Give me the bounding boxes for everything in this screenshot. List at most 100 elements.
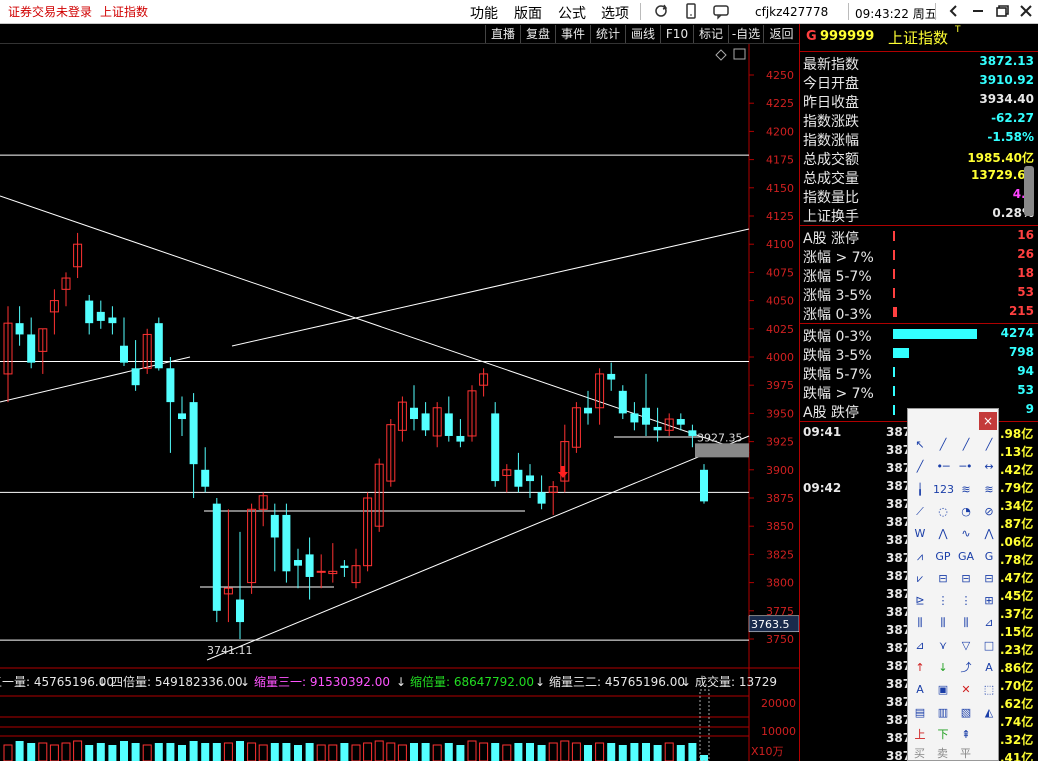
- tab-live[interactable]: 直播: [485, 25, 520, 43]
- vertical-line-tool-icon[interactable]: ╽: [910, 480, 930, 500]
- period-tool-icon[interactable]: ⫼: [910, 613, 930, 633]
- y-tick-label: 3825: [766, 548, 794, 561]
- ellipse-tool-icon[interactable]: ⊘: [979, 502, 999, 522]
- text-tool-icon[interactable]: A: [979, 658, 999, 678]
- extend-line-tool-icon[interactable]: ╱: [910, 457, 930, 477]
- number-tool-icon[interactable]: 123: [933, 480, 954, 500]
- candle-body: [688, 430, 697, 436]
- segment-tool-icon[interactable]: ╱: [979, 435, 999, 455]
- down-arrow-tool-icon[interactable]: ↓: [933, 658, 953, 678]
- right-dot-line-tool-icon[interactable]: ─•: [956, 457, 976, 477]
- circle-tool-icon[interactable]: ◌: [933, 502, 953, 522]
- index-name: 上证指数: [888, 29, 949, 47]
- mobile-icon[interactable]: [682, 2, 700, 20]
- tab-mark[interactable]: 标记: [693, 25, 728, 43]
- sheet-tool-icon[interactable]: ▤: [910, 703, 930, 723]
- palette-close-button[interactable]: ×: [979, 412, 997, 430]
- tick-amount-suffix: .42亿: [1000, 463, 1034, 477]
- triangle-tool-icon[interactable]: ⋀: [979, 524, 999, 544]
- tab-f10[interactable]: F10: [660, 25, 693, 43]
- period3-tool-icon[interactable]: ⫼: [956, 613, 976, 633]
- line-tool-icon[interactable]: ╱: [933, 435, 953, 455]
- scrollbar-thumb[interactable]: [1024, 166, 1034, 216]
- parallel-tool-icon[interactable]: ≋: [956, 480, 976, 500]
- box-fill-tool-icon[interactable]: ▣: [933, 680, 953, 700]
- buy-label[interactable]: 买: [914, 745, 925, 761]
- alert-tool-icon[interactable]: ◭: [979, 703, 999, 723]
- candle-body: [514, 469, 523, 487]
- y-tick-label: 3800: [766, 577, 794, 590]
- ray-tool-icon[interactable]: ╱: [956, 435, 976, 455]
- volume-bar: [212, 743, 221, 761]
- bars-tool-icon[interactable]: ⋮: [933, 591, 953, 611]
- sine-tool-icon[interactable]: ∿: [956, 524, 976, 544]
- cycle-tool-icon[interactable]: ⋮: [956, 591, 976, 611]
- restore-icon[interactable]: [990, 0, 1014, 22]
- tick-amount-suffix: .79亿: [1000, 481, 1034, 495]
- tab-remove-watchlist[interactable]: -自选: [728, 25, 763, 43]
- tab-stats[interactable]: 统计: [590, 25, 625, 43]
- pattern-tool-icon[interactable]: ⩗: [910, 569, 930, 589]
- volume-bar: [178, 745, 186, 761]
- refresh-icon[interactable]: [652, 2, 670, 20]
- delete-tool-icon[interactable]: ✕: [956, 680, 976, 700]
- message-icon[interactable]: [712, 2, 730, 20]
- up-arrow-tool-icon[interactable]: ↑: [910, 658, 930, 678]
- tri-dn-tool-icon[interactable]: ⊿: [910, 636, 930, 656]
- rect-tool-icon[interactable]: □: [979, 636, 999, 656]
- fib-box-tool-icon[interactable]: ⊟: [933, 569, 953, 589]
- tab-events[interactable]: 事件: [555, 25, 590, 43]
- tab-draw-lines[interactable]: 画线: [625, 25, 660, 43]
- sell-label[interactable]: 卖: [937, 745, 948, 761]
- separator: [848, 3, 849, 20]
- peak-tool-icon[interactable]: ⋀: [933, 524, 953, 544]
- stamp-tool-icon[interactable]: ▧: [956, 703, 976, 723]
- diamond-icon: [715, 49, 727, 61]
- y-tick-label: 3925: [766, 436, 794, 449]
- quote-value: -1.58%: [987, 130, 1034, 144]
- volume-bar: [189, 741, 198, 761]
- gann-a-tool-icon[interactable]: GA: [956, 547, 976, 567]
- box-tool-icon[interactable]: ⊞: [979, 591, 999, 611]
- tri-tool-icon[interactable]: ▽: [956, 636, 976, 656]
- turn-arrow-tool-icon[interactable]: ⤴: [956, 658, 976, 678]
- login-status[interactable]: 证券交易未登录: [8, 3, 92, 20]
- menu-options[interactable]: 选项: [601, 3, 629, 23]
- indicator-label: 成交量: 13729: [695, 674, 777, 689]
- back-arrow-icon[interactable]: [942, 0, 966, 22]
- arc-tool-icon[interactable]: ◔: [956, 502, 976, 522]
- wave-tool-icon[interactable]: W: [910, 524, 930, 544]
- tab-back[interactable]: 返回: [763, 25, 799, 43]
- fib-time-tool-icon[interactable]: ⊵: [910, 591, 930, 611]
- left-dot-line-tool-icon[interactable]: •─: [933, 457, 953, 477]
- tri-up-tool-icon[interactable]: ⊿: [979, 613, 999, 633]
- gann-tool-icon[interactable]: G: [979, 547, 999, 567]
- check-tool-icon[interactable]: ⋎: [933, 636, 953, 656]
- quote-value: 3872.13: [979, 54, 1034, 68]
- menu-function[interactable]: 功能: [470, 3, 498, 23]
- horizontal-line-tool-icon[interactable]: ↔: [979, 457, 999, 477]
- period2-tool-icon[interactable]: ⫼: [933, 613, 953, 633]
- kline-chart[interactable]: 4250 4225 4200 4175 4150 4125 4100 4075 4050 4025…: [0, 44, 799, 761]
- pointer-tool-icon[interactable]: ↖: [910, 435, 930, 455]
- fib-grid-tool-icon[interactable]: ⊟: [956, 569, 976, 589]
- note-tool-icon[interactable]: A: [910, 680, 930, 700]
- flat-label[interactable]: 平: [960, 745, 971, 761]
- close-icon[interactable]: [1014, 0, 1038, 22]
- menu-formula[interactable]: 公式: [558, 3, 586, 23]
- flag-tool-icon[interactable]: ⇞: [956, 725, 976, 745]
- fib-ret-tool-icon[interactable]: ⊟: [979, 569, 999, 589]
- fan-tool-icon[interactable]: ⩘: [910, 547, 930, 567]
- minimize-icon[interactable]: [966, 0, 990, 22]
- channel-tool-icon[interactable]: ≋: [979, 480, 999, 500]
- tab-replay[interactable]: 复盘: [520, 25, 555, 43]
- up-label-tool-icon[interactable]: 上: [910, 725, 930, 745]
- crop-tool-icon[interactable]: ⬚: [979, 680, 999, 700]
- angle-tool-icon[interactable]: ⟋: [910, 502, 930, 522]
- down-label-tool-icon[interactable]: 下: [933, 725, 953, 745]
- ruler-tool-icon[interactable]: ▥: [933, 703, 953, 723]
- gann-p-tool-icon[interactable]: GP: [933, 547, 953, 567]
- tick-amount-suffix: .37亿: [1000, 607, 1034, 621]
- username[interactable]: cfjkz427778: [755, 5, 828, 19]
- menu-layout[interactable]: 版面: [514, 3, 542, 23]
